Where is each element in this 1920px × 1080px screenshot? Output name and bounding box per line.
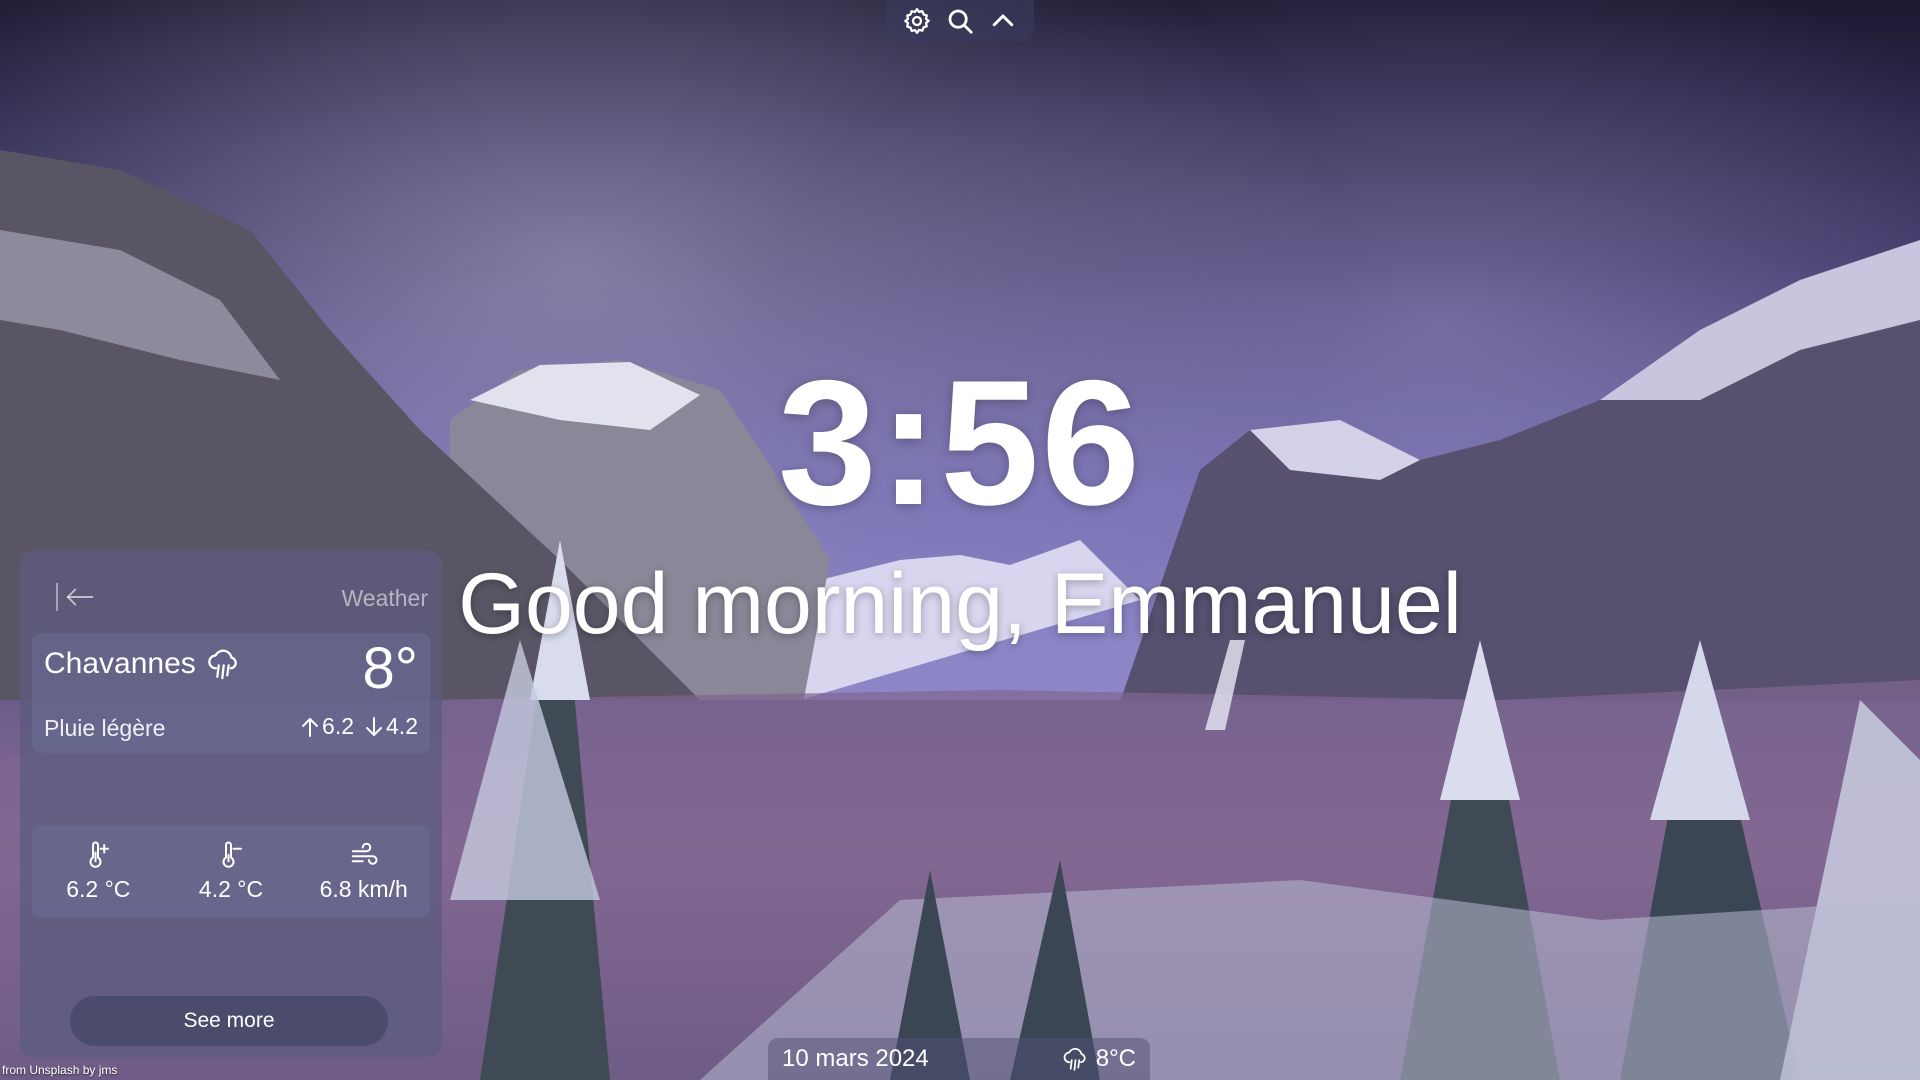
weather-location: Chavannes: [44, 647, 240, 681]
gear-icon: [904, 8, 931, 34]
current-temperature: 8°: [362, 636, 418, 701]
arrow-left-icon: [66, 588, 94, 606]
weather-current-card: Chavannes 8° Pluie légère 6.2 4.2: [32, 633, 430, 753]
stat-min-temp-value: 4.2 °C: [198, 875, 264, 902]
photo-credit[interactable]: from Unsplash by jms: [2, 1063, 117, 1077]
clock: 3:56: [777, 343, 1143, 542]
weather-panel-header: Weather: [40, 571, 430, 623]
top-toolbar: [886, 0, 1034, 42]
stat-wind-value: 6.8 km/h: [319, 875, 408, 902]
search-icon: [948, 9, 973, 34]
bottom-temperature: 8°C: [1095, 1045, 1136, 1072]
bottom-weather[interactable]: 8°C: [1062, 1045, 1136, 1073]
rain-cloud-icon: [1063, 1048, 1086, 1071]
weather-panel: Weather Chavannes 8° Pluie légère 6.2 4.…: [20, 551, 442, 1057]
back-button[interactable]: [56, 581, 98, 613]
stat-max-temp: 6.2 °C: [32, 825, 165, 917]
see-more-button[interactable]: See more: [70, 996, 388, 1046]
settings-button[interactable]: [900, 4, 934, 38]
arrow-down-icon: [366, 716, 383, 736]
thermometer-minus-icon: [222, 841, 242, 868]
weather-panel-title: Weather: [341, 585, 428, 611]
city-name: Chavannes: [44, 647, 196, 680]
rain-cloud-icon: [207, 649, 237, 680]
temperature-range: 6.2 4.2: [300, 713, 418, 740]
min-temp: 4.2: [386, 713, 418, 739]
stat-min-temp: 4.2 °C: [165, 825, 298, 917]
stat-max-temp-value: 6.2 °C: [66, 875, 131, 902]
arrow-up-icon: [302, 717, 319, 737]
max-temp: 6.2: [322, 713, 355, 739]
wind-icon: [351, 842, 378, 865]
date-label: 10 mars 2024: [782, 1045, 929, 1072]
search-button[interactable]: [943, 4, 977, 38]
chevron-up-icon: [992, 14, 1013, 27]
stat-wind: 6.8 km/h: [297, 825, 430, 917]
collapse-button[interactable]: [986, 4, 1020, 38]
weather-description: Pluie légère: [44, 715, 166, 741]
weather-stats-card: 6.2 °C 4.2 °C 6.8 km/h: [32, 825, 430, 917]
thermometer-plus-icon: [89, 841, 110, 868]
bottom-bar: 10 mars 2024 8°C: [768, 1038, 1150, 1080]
